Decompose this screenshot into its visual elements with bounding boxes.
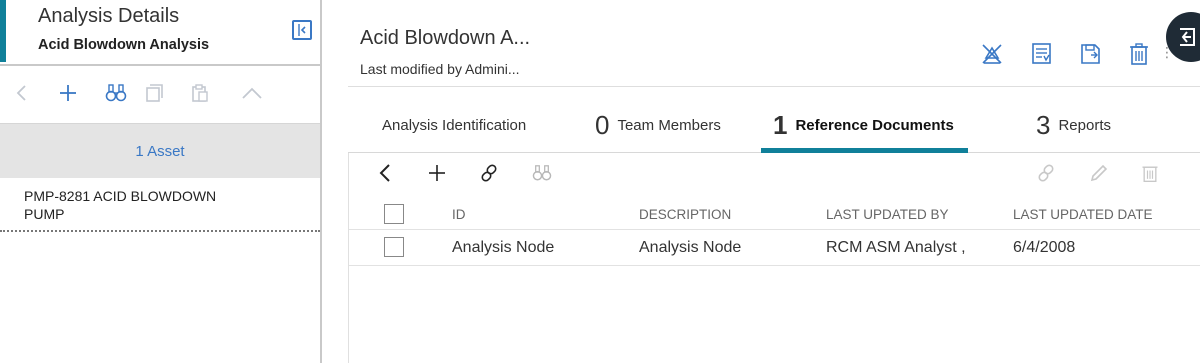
- hierarchy-button[interactable]: [980, 42, 1004, 66]
- page-title: Acid Blowdown A...: [360, 27, 531, 49]
- accent-bar: [0, 0, 6, 62]
- back-icon: [379, 164, 390, 182]
- header-divider: [349, 229, 1200, 230]
- report-button[interactable]: [1030, 42, 1054, 66]
- last-modified-text: Last modified by Admini...: [360, 61, 520, 77]
- cell-last-updated-date: 6/4/2008: [1013, 239, 1076, 256]
- paste-icon: [192, 84, 208, 102]
- unlink-icon: [1038, 164, 1054, 182]
- binoculars-icon: [105, 84, 127, 102]
- row-divider: [349, 265, 1200, 266]
- cell-description: Analysis Node: [639, 239, 742, 256]
- select-all-checkbox[interactable]: [384, 204, 404, 224]
- grid-unlink-button[interactable]: [1033, 160, 1059, 186]
- left-panel-title: Analysis Details: [38, 5, 180, 27]
- left-panel-subtitle: Acid Blowdown Analysis: [38, 37, 210, 53]
- delete-analysis-button[interactable]: [1127, 42, 1151, 66]
- delete-icon: [1142, 166, 1158, 182]
- asset-list-item[interactable]: PMP-8281 ACID BLOWDOWN PUMP: [0, 178, 320, 232]
- add-asset-button[interactable]: [54, 79, 82, 107]
- cell-last-updated-by: RCM ASM Analyst ,: [826, 239, 966, 256]
- link-icon: [481, 164, 497, 182]
- tab-label: Reference Documents: [795, 116, 954, 134]
- delete-icon: [1130, 43, 1148, 65]
- grid-delete-button[interactable]: [1137, 160, 1163, 186]
- exit-icon: [1180, 28, 1195, 46]
- tab-team-members[interactable]: 0 Team Members: [595, 97, 721, 153]
- grid-find-button[interactable]: [529, 160, 555, 186]
- row-checkbox[interactable]: [384, 237, 404, 257]
- add-icon: [429, 165, 445, 181]
- reference-documents-grid: ID DESCRIPTION LAST UPDATED BY LAST UPDA…: [348, 153, 1200, 363]
- chevron-up-icon: [242, 87, 262, 99]
- header-divider: [348, 86, 1200, 87]
- copy-icon: [146, 84, 163, 102]
- asset-count-header[interactable]: 1 Asset: [0, 123, 320, 178]
- tab-analysis-identification[interactable]: Analysis Identification: [382, 97, 526, 153]
- back-icon: [16, 85, 26, 101]
- back-button[interactable]: [8, 79, 36, 107]
- column-header-description[interactable]: DESCRIPTION: [639, 207, 731, 222]
- column-header-last-updated-date[interactable]: LAST UPDATED DATE: [1013, 207, 1153, 222]
- tab-label: Team Members: [617, 116, 721, 134]
- tab-count: 1: [773, 110, 788, 140]
- left-panel: Analysis Details Acid Blowdown Analysis …: [0, 0, 322, 363]
- left-toolbar: [0, 70, 320, 116]
- save-icon: [1081, 44, 1100, 64]
- collapse-panel-button[interactable]: [292, 20, 312, 40]
- asset-item-label: PMP-8281 ACID BLOWDOWN PUMP: [24, 188, 217, 222]
- grid-back-button[interactable]: [372, 160, 398, 186]
- grid-link-button[interactable]: [476, 160, 502, 186]
- copy-button[interactable]: [140, 79, 168, 107]
- tab-count: 0: [595, 110, 610, 140]
- tab-bar: Analysis Identification 0 Team Members 1…: [348, 97, 1200, 153]
- find-button[interactable]: [102, 79, 130, 107]
- paste-button[interactable]: [186, 79, 214, 107]
- tab-reports[interactable]: 3 Reports: [1036, 97, 1111, 153]
- column-header-id[interactable]: ID: [452, 207, 466, 222]
- chevron-left-icon: [298, 24, 306, 36]
- add-icon: [60, 85, 76, 101]
- binoculars-icon: [532, 165, 552, 181]
- hierarchy-icon: [982, 44, 1002, 64]
- cell-id[interactable]: Analysis Node: [452, 239, 554, 257]
- tab-label: Analysis Identification: [382, 116, 527, 134]
- collapse-up-button[interactable]: [238, 79, 266, 107]
- tab-count: 3: [1036, 110, 1051, 140]
- report-icon: [1032, 43, 1051, 64]
- edit-icon: [1090, 164, 1108, 182]
- divider: [0, 64, 322, 66]
- grid-edit-button[interactable]: [1086, 160, 1112, 186]
- asset-count-label: 1 Asset: [135, 142, 185, 160]
- save-button[interactable]: [1079, 42, 1103, 66]
- tab-label: Reports: [1058, 116, 1111, 134]
- column-header-last-updated-by[interactable]: LAST UPDATED BY: [826, 207, 949, 222]
- grid-add-button[interactable]: [424, 160, 450, 186]
- tab-reference-documents[interactable]: 1 Reference Documents: [773, 97, 954, 153]
